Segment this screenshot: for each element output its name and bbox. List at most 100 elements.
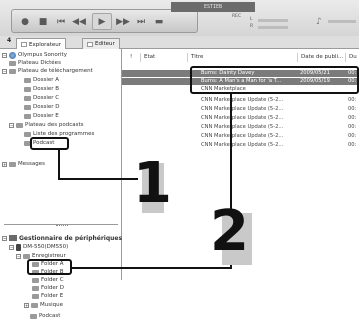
collapse-icon[interactable]: − (9, 244, 14, 250)
row-duration: 00: (348, 124, 357, 130)
tab-number-icon: 4 (7, 37, 12, 44)
collapse-icon[interactable]: − (16, 253, 21, 259)
tab-editeur-label: Editeur (95, 41, 115, 47)
sonority-icon (9, 51, 16, 59)
volume-slider[interactable] (328, 20, 356, 23)
level-meter-l (258, 19, 288, 22)
table-row[interactable]: CNN Marketplace Update (5-2... 00: (122, 106, 359, 113)
expand-icon[interactable]: + (2, 161, 7, 167)
col-header-titre[interactable]: Titre (188, 53, 298, 62)
player-toolbar: ● ■ ⏮ ◀◀ ▶ ▶▶ ⏭ ▬ ESTIEB REC L R ♪ (0, 0, 359, 36)
tree-dossier-d[interactable]: Dossier D (24, 103, 60, 111)
tree-dossier-label: Dossier A (33, 77, 60, 83)
tree-dossier-e[interactable]: Dossier E (24, 112, 59, 120)
status-display: ESTIEB (171, 2, 255, 12)
play-button[interactable]: ▶ (92, 13, 112, 30)
explorer-tab-icon (21, 42, 27, 47)
tray-icon (9, 68, 16, 74)
tree-folder-e[interactable]: Folder E (32, 292, 63, 300)
tree-folder-label: Folder D (41, 285, 64, 291)
folder-icon (24, 104, 31, 110)
recorder-folder-icon (23, 253, 30, 259)
tree-dossier-label: Dossier C (33, 95, 60, 101)
record-button[interactable]: ● (18, 13, 32, 30)
tree-messages[interactable]: + Messages (2, 160, 45, 168)
level-r-label: R (250, 24, 254, 29)
tree-dossier-b[interactable]: Dossier B (24, 85, 59, 93)
resize-grip-icon[interactable] (56, 225, 68, 227)
stop-button[interactable]: ■ (36, 13, 50, 30)
tray-icon (9, 60, 16, 66)
tree-plateau-podcasts[interactable]: − Plateau des podcasts (9, 121, 83, 129)
tree-device-label: DM-550(DM550) (23, 244, 69, 250)
collapse-icon[interactable]: − (9, 122, 14, 128)
folder-icon (24, 86, 31, 92)
tab-explorateur-label: Explorateur (29, 41, 62, 48)
messages-icon (9, 161, 16, 167)
rewind-button[interactable]: ◀◀ (72, 13, 86, 30)
tree-gestionnaire-label: Gestionnaire de périphériques (19, 234, 123, 242)
folder-icon (32, 277, 39, 283)
col-header-date[interactable]: Date de publi... (298, 53, 346, 62)
tree-device[interactable]: − DM-550(DM550) (9, 243, 68, 251)
collapse-icon[interactable]: − (2, 235, 7, 241)
tab-editeur[interactable]: Editeur (82, 38, 120, 49)
tree-plateau-telechargement[interactable]: − Plateau de téléchargement (2, 67, 93, 75)
table-row[interactable]: CNN Marketplace Update (5-2... 00: (122, 133, 359, 140)
tree-musique[interactable]: + Musique (24, 301, 63, 309)
table-row[interactable]: CNN Marketplace Update (5-2... 00: (122, 142, 359, 149)
table-row[interactable]: CNN Marketplace Update (5-2... 00: (122, 124, 359, 131)
transport-controls: ● ■ ⏮ ◀◀ ▶ ▶▶ ⏭ ▬ (11, 9, 198, 33)
table-row[interactable]: CNN Marketplace Update (5-2... 00: (122, 115, 359, 122)
tree-root[interactable]: − Olympus Sonority (2, 51, 67, 59)
callout-line-1-horizontal (58, 178, 138, 180)
level-l-label: L (250, 17, 253, 22)
volume-icon[interactable]: ♪ (316, 17, 324, 27)
row-duration: 00: (348, 97, 357, 103)
expand-icon[interactable]: + (24, 302, 29, 308)
row-title: CNN Marketplace Update (5-2... (201, 97, 284, 103)
folder-icon (24, 113, 31, 119)
folder-icon (32, 285, 39, 291)
row-duration: 00: (348, 106, 357, 112)
collapse-icon[interactable]: − (2, 52, 7, 58)
tree-plateau-dictees-label: Plateau Dictées (18, 60, 61, 66)
row-title: CNN Marketplace Update (5-2... (201, 115, 284, 121)
tree-folder-d[interactable]: Folder D (32, 284, 64, 292)
col-header-etat[interactable]: Etat (141, 53, 188, 62)
row-title: CNN Marketplace Update (5-2... (201, 106, 284, 112)
level-meter-r (258, 26, 288, 29)
skip-end-button[interactable]: ⏭ (134, 13, 148, 30)
table-row[interactable]: CNN Marketplace Update (5-2... 00: (122, 97, 359, 104)
folder-icon (24, 95, 31, 101)
tree-dossier-label: Dossier E (33, 113, 59, 119)
index-button[interactable]: ▬ (152, 13, 166, 30)
tree-plateau-dictees[interactable]: Plateau Dictées (9, 59, 61, 67)
col-header-duree[interactable]: Du (346, 53, 359, 62)
tab-bar: 4 Explorateur Editeur (0, 36, 359, 50)
folder-icon (24, 77, 31, 83)
folder-icon (32, 293, 39, 299)
col-header-flag[interactable]: ! (127, 53, 141, 62)
row-duration: 00: (348, 133, 357, 139)
fast-forward-button[interactable]: ▶▶ (116, 13, 130, 30)
callout-number-1: 1 (133, 151, 172, 216)
tree-pane: − Olympus Sonority Plateau Dictées − Pla… (0, 49, 122, 319)
collapse-icon[interactable]: − (2, 68, 7, 74)
tree-dossier-c[interactable]: Dossier C (24, 94, 59, 102)
tray-icon (16, 122, 23, 128)
callout-line-2-horizontal (72, 267, 232, 269)
tree-plateau-telechargement-label: Plateau de téléchargement (18, 68, 93, 74)
tree-gestionnaire[interactable]: − Gestionnaire de périphériques (2, 234, 122, 242)
editor-tab-icon (87, 41, 93, 47)
tree-musique-label: Musique (40, 302, 63, 308)
rewind-start-button[interactable]: ⏮ (54, 13, 68, 30)
callout-number-2: 2 (210, 199, 249, 264)
recorder-device-icon (16, 243, 21, 251)
tree-dossier-a[interactable]: Dossier A (24, 76, 59, 84)
tree-dossier-label: Dossier B (33, 86, 60, 92)
tree-podcast-2[interactable]: Podcast (30, 312, 60, 320)
tree-plateau-podcasts-label: Plateau des podcasts (25, 122, 84, 128)
podcast-icon (30, 313, 37, 319)
tree-folder-c[interactable]: Folder C (32, 276, 64, 284)
